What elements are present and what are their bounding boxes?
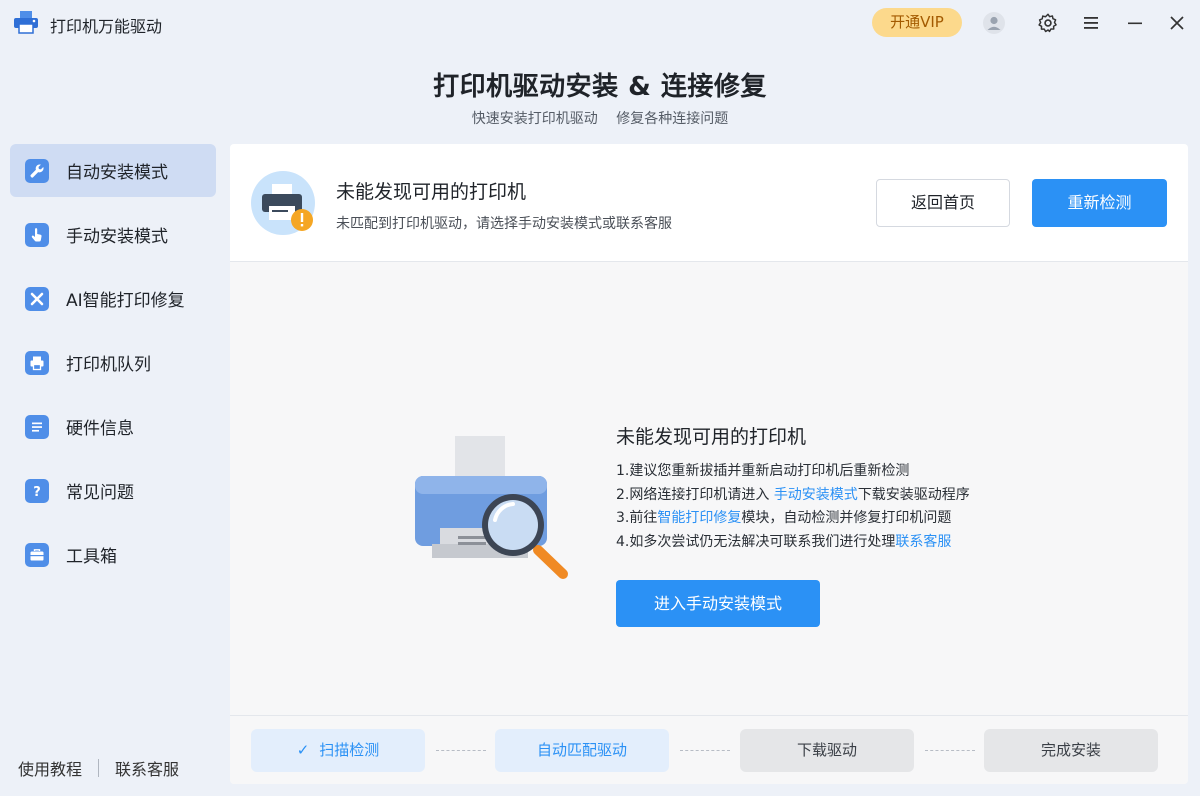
app-logo-icon xyxy=(14,11,38,34)
tip-3-suffix: 模块，自动检测并修复打印机问题 xyxy=(741,510,952,526)
step-connector xyxy=(925,750,975,751)
sidebar-item-hardware-info[interactable]: 硬件信息 xyxy=(10,400,216,453)
sidebar: 自动安装模式 手动安装模式 AI智能打印修复 打印机队列 硬件信息 ? 常见问题 xyxy=(10,144,216,592)
list-icon xyxy=(25,414,49,439)
step-connector xyxy=(680,750,730,751)
sidebar-item-label: 硬件信息 xyxy=(66,419,134,439)
sidebar-item-printer-queue[interactable]: 打印机队列 xyxy=(10,336,216,389)
enter-manual-mode-button[interactable]: 进入手动安装模式 xyxy=(616,580,820,627)
tip-3-prefix: 3.前往 xyxy=(616,510,658,526)
app-title: 打印机万能驱动 xyxy=(50,17,163,36)
tools-icon xyxy=(25,286,49,311)
user-avatar-icon[interactable] xyxy=(982,11,1006,35)
sidebar-item-ai-repair[interactable]: AI智能打印修复 xyxy=(10,272,216,325)
step-label: 下载驱动 xyxy=(796,741,857,759)
settings-gear-icon[interactable] xyxy=(1036,11,1060,35)
sidebar-item-faq[interactable]: ? 常见问题 xyxy=(10,464,216,517)
sidebar-item-label: 工具箱 xyxy=(66,547,117,567)
sidebar-item-toolbox[interactable]: 工具箱 xyxy=(10,528,216,581)
install-progress-steps: ✓ 扫描检测 自动匹配驱动 下载驱动 完成安装 xyxy=(230,715,1188,784)
tip-1: 1.建议您重新拔插并重新启动打印机后重新检测 xyxy=(616,463,910,479)
status-card: 未能发现可用的打印机 未匹配到打印机驱动，请选择手动安装模式或联系客服 返回首页… xyxy=(230,144,1188,262)
tip-4-prefix: 4.如多次尝试仍无法解决可联系我们进行处理 xyxy=(616,533,896,550)
printer-icon xyxy=(25,350,49,375)
page-title: 打印机驱动安装 & 连接修复 xyxy=(433,72,767,102)
manual-install-link[interactable]: 手动安装模式 xyxy=(774,487,858,503)
question-icon: ? xyxy=(25,478,49,503)
step-label: 完成安装 xyxy=(1040,741,1101,759)
toolbox-icon xyxy=(25,542,49,567)
tutorial-link[interactable]: 使用教程 xyxy=(18,756,82,780)
sidebar-item-label: 常见问题 xyxy=(66,483,134,503)
hand-pointer-icon xyxy=(25,222,49,247)
step-scan: ✓ 扫描检测 xyxy=(251,729,425,772)
page-subtitle: 快速安装打印机驱动 修复各种连接问题 xyxy=(0,108,1200,128)
step-complete-install: 完成安装 xyxy=(984,729,1158,772)
printer-search-illustration xyxy=(415,436,568,579)
step-connector xyxy=(436,750,486,751)
tip-2: 2.网络连接打印机请进入 手动安装模式下载安装驱动程序 xyxy=(616,484,970,508)
step-download-driver: 下载驱动 xyxy=(740,729,914,772)
sidebar-footer: 使用教程 联系客服 xyxy=(18,756,179,780)
printer-warning-icon xyxy=(251,171,315,235)
tip-2-prefix: 2.网络连接打印机请进入 xyxy=(616,486,774,503)
svg-text:?: ? xyxy=(33,485,41,499)
minimize-icon[interactable] xyxy=(1123,11,1147,35)
status-title: 未能发现可用的打印机 xyxy=(336,181,527,203)
tip-2-suffix: 下载安装驱动程序 xyxy=(857,486,970,503)
back-home-button[interactable]: 返回首页 xyxy=(876,179,1010,227)
close-icon[interactable] xyxy=(1165,11,1189,35)
sidebar-item-label: AI智能打印修复 xyxy=(66,291,185,311)
menu-icon[interactable] xyxy=(1079,11,1103,35)
smart-repair-link[interactable]: 智能打印修复 xyxy=(657,510,741,526)
subtitle-left: 快速安装打印机驱动 xyxy=(471,111,598,127)
status-description: 未匹配到打印机驱动，请选择手动安装模式或联系客服 xyxy=(336,216,672,232)
troubleshooting-tips: 1.建议您重新拔插并重新启动打印机后重新检测 2.网络连接打印机请进入 手动安装… xyxy=(616,460,970,554)
subtitle-right: 修复各种连接问题 xyxy=(616,111,729,127)
contact-support-tip-link[interactable]: 联系客服 xyxy=(895,534,951,550)
sidebar-item-manual-install[interactable]: 手动安装模式 xyxy=(10,208,216,261)
step-label: 扫描检测 xyxy=(319,741,380,759)
main-panel: 未能发现可用的打印机 未匹配到打印机驱动，请选择手动安装模式或联系客服 返回首页… xyxy=(230,144,1188,784)
empty-state-title: 未能发现可用的打印机 xyxy=(616,426,807,448)
footer-divider xyxy=(98,759,100,777)
contact-support-link[interactable]: 联系客服 xyxy=(115,756,179,780)
tip-3: 3.前往智能打印修复模块，自动检测并修复打印机问题 xyxy=(616,507,970,531)
open-vip-button[interactable]: 开通VIP xyxy=(872,8,962,37)
sidebar-item-label: 打印机队列 xyxy=(66,355,151,375)
step-label: 自动匹配驱动 xyxy=(536,741,627,759)
title-bar: 打印机万能驱动 开通VIP xyxy=(0,0,1200,46)
checkmark-icon: ✓ xyxy=(296,741,310,759)
tip-4: 4.如多次尝试仍无法解决可联系我们进行处理联系客服 xyxy=(616,531,970,555)
sidebar-item-label: 手动安装模式 xyxy=(66,227,168,247)
wrench-icon xyxy=(25,158,49,183)
sidebar-item-auto-install[interactable]: 自动安装模式 xyxy=(10,144,216,197)
step-match-driver: 自动匹配驱动 xyxy=(495,729,669,772)
rescan-button[interactable]: 重新检测 xyxy=(1032,179,1167,227)
sidebar-item-label: 自动安装模式 xyxy=(66,163,168,183)
